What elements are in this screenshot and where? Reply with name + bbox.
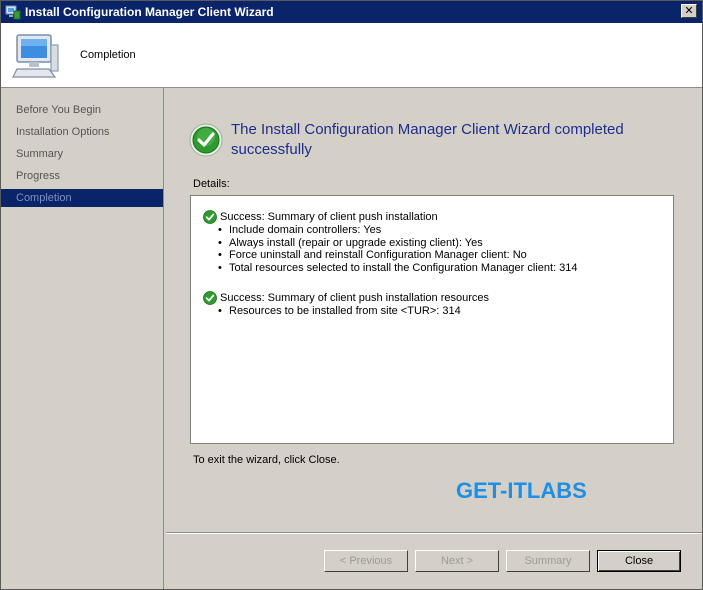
sidebar-item-installation-options[interactable]: Installation Options [1,123,163,141]
section-list: Resources to be installed from site <TUR… [203,305,489,318]
section-title: Success: Summary of client push installa… [220,292,490,304]
next-button[interactable]: Next > [415,550,499,572]
wizard-content: The Install Configuration Manager Client… [166,88,702,533]
success-check-icon [203,291,217,305]
summary-button[interactable]: Summary [506,550,590,572]
computer-icon [12,34,59,78]
close-button[interactable]: Close [597,550,681,572]
details-section: Success: Summary of client push installa… [203,210,578,274]
window-title: Install Configuration Manager Client Wiz… [25,5,274,19]
completion-headline: The Install Configuration Manager Client… [231,121,624,158]
close-window-button[interactable]: ✕ [681,4,697,18]
sidebar-item-before-you-begin[interactable]: Before You Begin [1,101,163,119]
wizard-header: Completion [1,23,702,88]
previous-button[interactable]: < Previous [324,550,408,572]
app-icon [5,5,21,20]
sidebar-item-progress[interactable]: Progress [1,167,163,185]
details-label: Details: [193,178,230,190]
wizard-window: Install Configuration Manager Client Wiz… [0,0,703,590]
section-title: Success: Summary of client push installa… [220,211,438,223]
sidebar-item-completion[interactable]: Completion [1,189,163,207]
list-item: Force uninstall and reinstall Configurat… [217,249,578,262]
exit-instructions: To exit the wizard, click Close. [193,454,340,466]
list-item: Resources to be installed from site <TUR… [217,305,489,318]
section-list: Include domain controllers: Yes Always i… [203,224,578,274]
page-title: Completion [80,49,136,61]
list-item: Always install (repair or upgrade existi… [217,237,578,250]
details-section: Success: Summary of client push installa… [203,291,489,318]
watermark: GET-ITLABS [456,478,587,503]
list-item: Total resources selected to install the … [217,262,578,275]
wizard-steps-sidebar: Before You Begin Installation Options Su… [1,88,164,589]
details-box[interactable]: Success: Summary of client push installa… [190,195,674,444]
title-bar[interactable]: Install Configuration Manager Client Wiz… [1,1,702,23]
sidebar-item-summary[interactable]: Summary [1,145,163,163]
list-item: Include domain controllers: Yes [217,224,578,237]
success-check-icon [203,210,217,224]
footer-divider [166,532,702,534]
success-check-icon [189,123,223,157]
